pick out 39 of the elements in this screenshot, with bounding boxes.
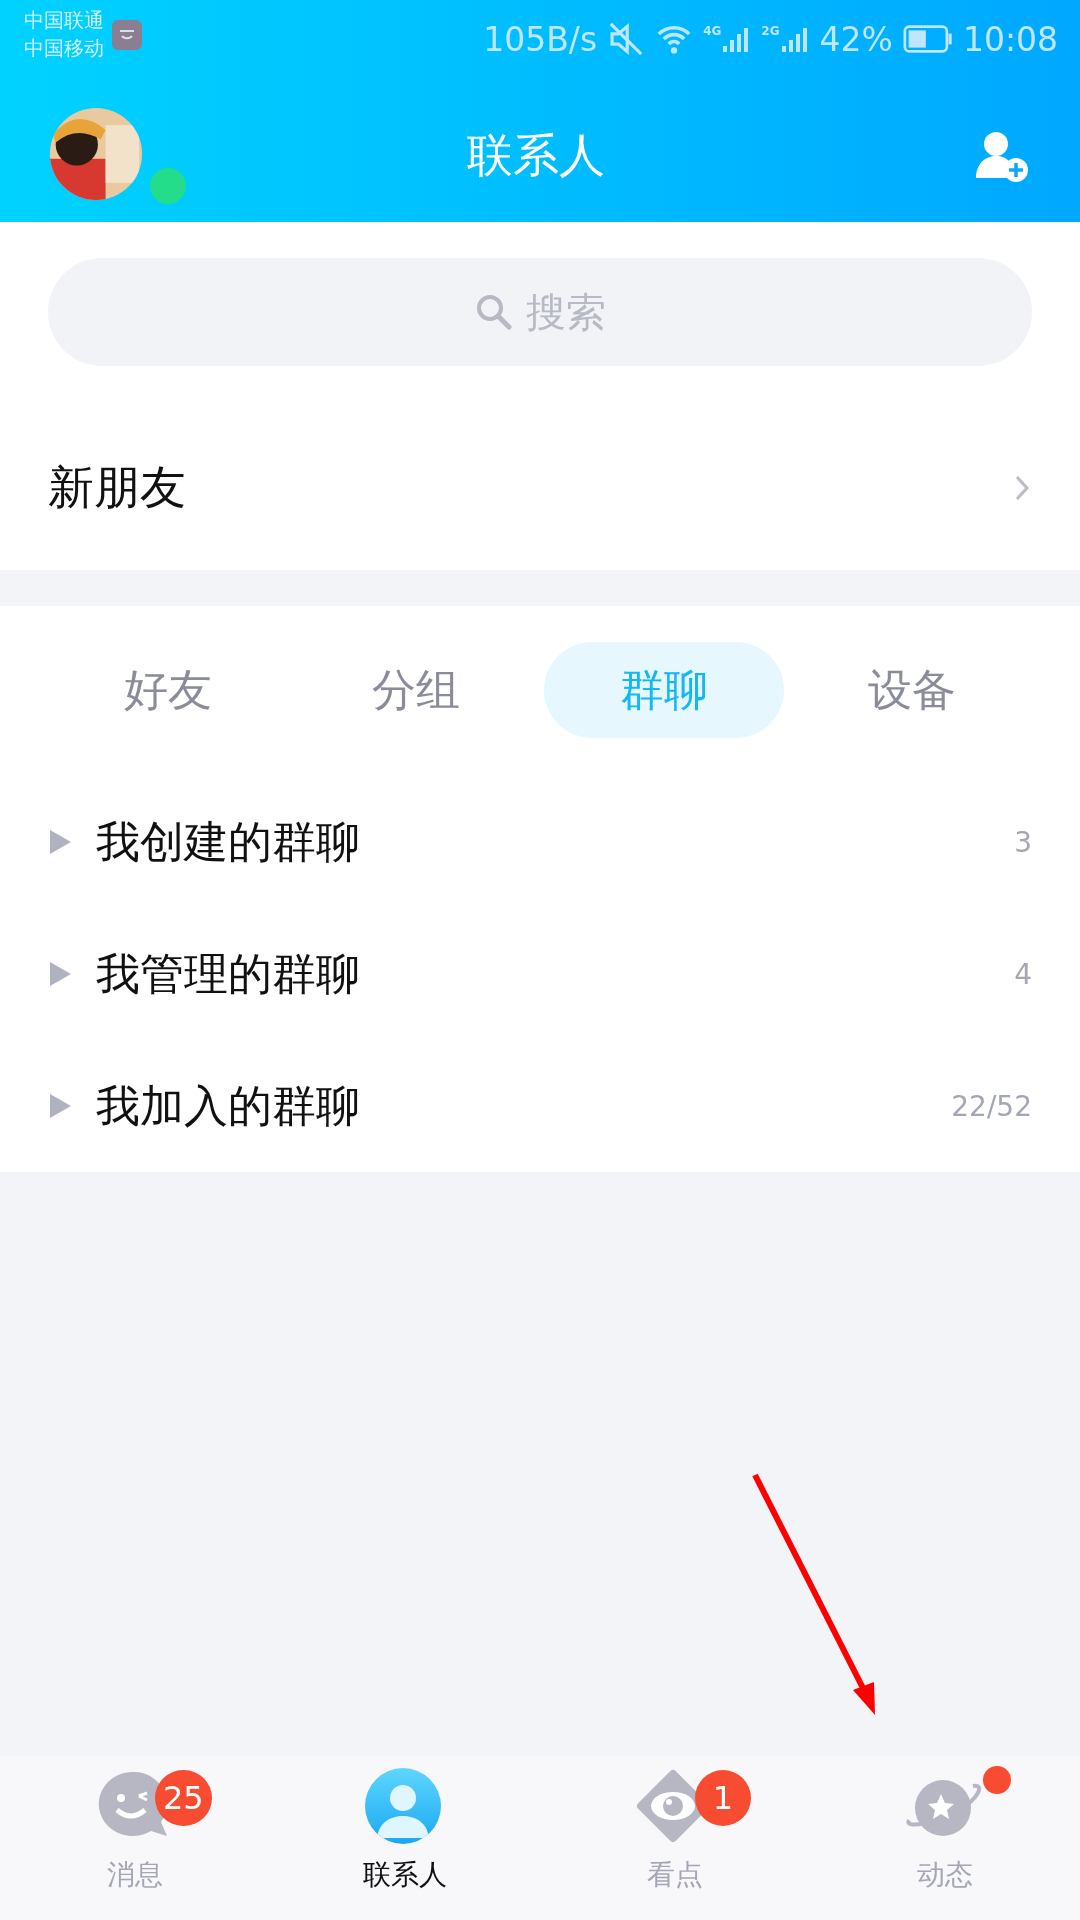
tab[interactable]: 分组 [296, 642, 536, 738]
nav-tab[interactable]: 25 消息 [35, 1766, 235, 1920]
carrier-name: 中国联通 [24, 7, 104, 34]
row-label: 新朋友 [48, 459, 186, 516]
tab[interactable]: 群聊 [544, 642, 784, 738]
new-friends-row[interactable]: 新朋友 [48, 366, 1032, 570]
search-placeholder: 搜索 [526, 287, 606, 337]
tab[interactable]: 好友 [48, 642, 288, 738]
battery-level: 42% [819, 19, 893, 59]
group-name: 我创建的群聊 [96, 814, 361, 869]
group-count: 3 [1014, 825, 1032, 859]
nav-label: 动态 [917, 1857, 973, 1893]
nav-tab[interactable]: 联系人 [305, 1766, 505, 1920]
nav-label: 消息 [107, 1857, 163, 1893]
badge-count: 25 [155, 1770, 212, 1826]
group-count: 4 [1014, 957, 1032, 991]
search-field[interactable]: 搜索 [48, 258, 1032, 366]
badge-count: 1 [695, 1770, 751, 1826]
group-name: 我加入的群聊 [96, 1078, 361, 1133]
battery-icon [902, 25, 953, 53]
nav-label: 看点 [647, 1857, 703, 1893]
nav-tab[interactable]: 1 看点 [575, 1766, 775, 1920]
group-count: 22/52 [951, 1089, 1032, 1123]
tab[interactable]: 设备 [792, 642, 1032, 738]
search-icon [474, 292, 514, 332]
nav-tab[interactable]: 动态 [845, 1766, 1045, 1920]
group-row[interactable]: 我创建的群聊 3 [0, 776, 1080, 908]
network-type: 4G [703, 24, 722, 38]
app-notification-icon [112, 20, 142, 50]
page-title: 联系人 [466, 127, 606, 184]
nav-label: 联系人 [363, 1857, 447, 1893]
network-type: 2G [761, 24, 780, 38]
group-row[interactable]: 我加入的群聊 22/52 [0, 1040, 1080, 1172]
group-name: 我管理的群聊 [96, 946, 361, 1001]
group-row[interactable]: 我管理的群聊 4 [0, 908, 1080, 1040]
network-speed: 105B/s [483, 19, 598, 59]
person-icon [363, 1766, 443, 1846]
clock-time: 10:08 [962, 19, 1058, 59]
carrier-name: 中国移动 [24, 35, 104, 62]
